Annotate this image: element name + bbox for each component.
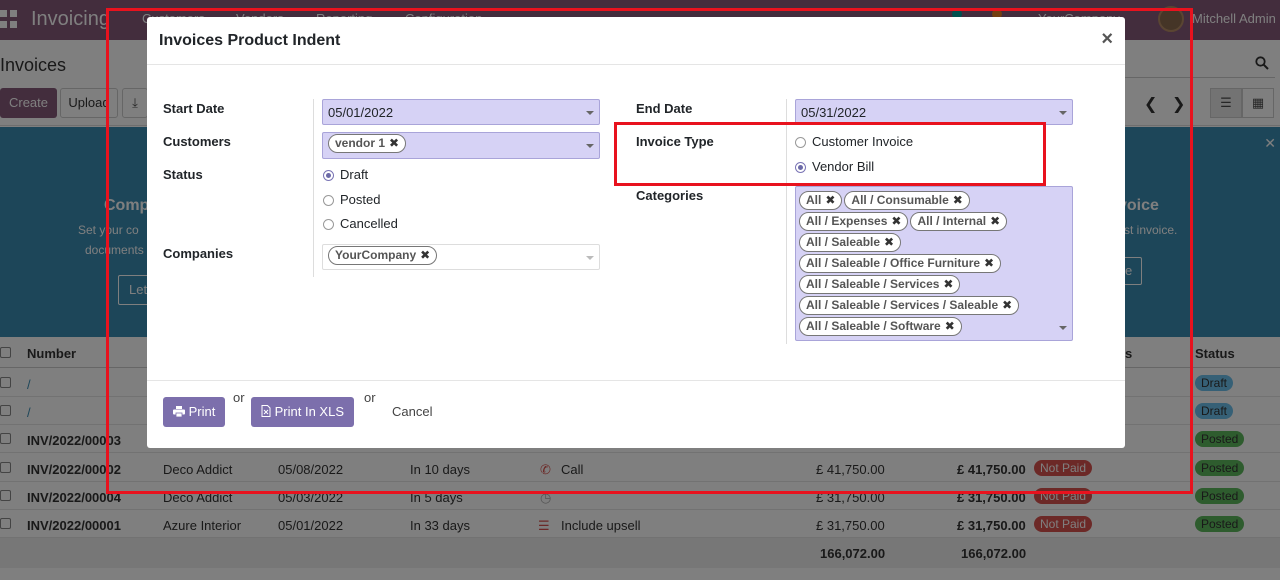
- highlight-box-invoice-type: [614, 122, 1046, 186]
- highlight-box-dialog: [106, 8, 1193, 494]
